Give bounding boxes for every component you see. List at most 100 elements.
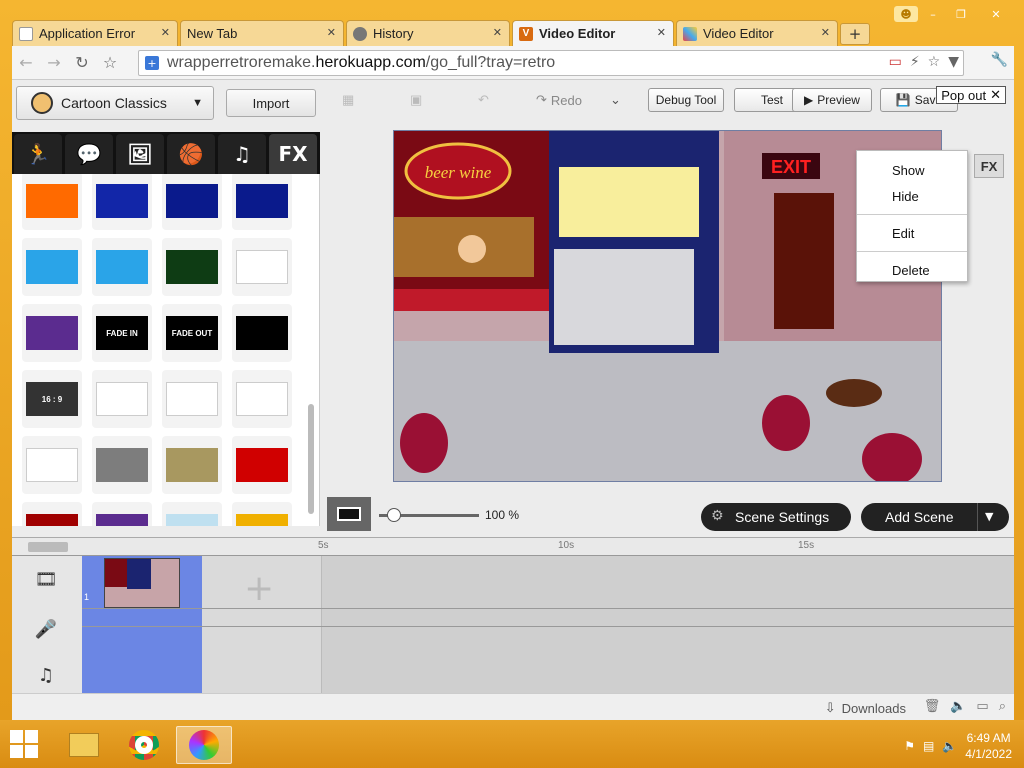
asset-desert[interactable] (162, 436, 222, 494)
asset-hearts[interactable] (232, 238, 292, 296)
pop-out-button[interactable]: Pop out ✕ (936, 86, 1006, 104)
add-scene-slot[interactable]: + (202, 556, 322, 694)
asset-scrollbar[interactable] (308, 404, 314, 514)
asset-purple-frame-2[interactable] (92, 502, 152, 526)
clock[interactable]: 6:49 AM 4/1/2022 (965, 730, 1012, 762)
new-tab-button[interactable]: + (840, 23, 870, 45)
close-window-button[interactable]: ✕ (976, 6, 1016, 22)
forward-icon[interactable]: → (40, 49, 68, 77)
flash-icon[interactable]: ⚡ (910, 54, 920, 70)
close-tab-icon[interactable]: ✕ (493, 26, 502, 39)
chrome-icon[interactable] (116, 726, 172, 764)
site-info-icon[interactable]: + (145, 56, 159, 70)
zoom-slider-handle[interactable] (387, 508, 401, 522)
asset-rain-drops[interactable] (232, 174, 292, 230)
character-icon[interactable]: 🏃 (14, 134, 62, 174)
dropdown-icon[interactable]: ▼ (948, 54, 959, 70)
chevron-down-icon[interactable]: ⌄ (610, 92, 621, 108)
scene-1-clip[interactable]: 1 (82, 556, 202, 694)
asset-green-curtain[interactable] (162, 238, 222, 296)
blocked-popup-icon[interactable]: ▭ (889, 54, 902, 70)
browser-tab-video-editor-active[interactable]: V Video Editor ✕ (512, 20, 674, 46)
trash-icon[interactable]: 🗑 (924, 699, 941, 714)
menu-item-edit[interactable]: Edit (857, 220, 967, 246)
asset-camera-shake[interactable] (92, 370, 152, 428)
asset-stars-night[interactable] (162, 174, 222, 230)
background-icon[interactable]: 🖼 (116, 134, 164, 174)
scene-number: 1 (84, 592, 90, 602)
asset-widescreen[interactable]: 16 : 9 (22, 370, 82, 428)
asset-car-sketch[interactable] (232, 370, 292, 428)
close-icon[interactable]: ✕ (990, 87, 1001, 103)
import-button[interactable]: Import (226, 89, 316, 117)
browser-tab-new-tab[interactable]: New Tab ✕ (180, 20, 344, 46)
menu-item-delete[interactable]: Delete (857, 257, 967, 283)
file-explorer-icon[interactable] (56, 726, 112, 764)
volume-icon[interactable]: 🔈 (942, 739, 957, 753)
menu-item-show[interactable]: Show (857, 157, 967, 183)
scene-settings-button[interactable]: ⚙ Scene Settings (701, 503, 851, 531)
asset-lightning[interactable] (92, 174, 152, 230)
star-icon[interactable]: ☆ (928, 54, 941, 70)
paste-icon[interactable]: ▣ (410, 92, 422, 108)
scene-1-thumbnail[interactable] (104, 558, 180, 608)
close-tab-icon[interactable]: ✕ (327, 26, 336, 39)
asset-ufo[interactable] (22, 436, 82, 494)
address-bar[interactable]: + wrapperretroremake. herokuapp.com/go_fu… (138, 50, 964, 76)
screen-icon[interactable]: ▭ (976, 699, 988, 714)
user-profile-icon[interactable]: ☻ (894, 6, 918, 22)
add-scene-button[interactable]: Add Scene ▼ (861, 503, 1009, 531)
ruler-label-5s: 5s (318, 540, 329, 551)
tab-fx[interactable]: FX (269, 134, 317, 174)
colorful-icon (683, 26, 697, 41)
undo-icon[interactable]: ↶ (478, 92, 489, 108)
menu-item-hide[interactable]: Hide (857, 183, 967, 209)
wrench-menu-icon[interactable]: 🔧 (991, 52, 1008, 68)
maximize-button[interactable]: ❐ (948, 6, 974, 22)
stage-fx-button[interactable]: FX (974, 154, 1004, 178)
asset-purple-frame[interactable] (22, 304, 82, 362)
flag-icon[interactable]: ⚑ (904, 739, 915, 753)
music-note-icon[interactable]: ♫ (218, 134, 266, 174)
speech-bubble-icon[interactable]: 💬 (65, 134, 113, 174)
chevron-down-icon[interactable]: ▼ (985, 510, 993, 523)
asset-snow-light[interactable] (22, 238, 82, 296)
reload-icon[interactable]: ↻ (68, 49, 96, 77)
copy-icon[interactable]: ▦ (342, 92, 354, 108)
asset-red-frame[interactable] (232, 436, 292, 494)
asset-snow-heavy[interactable] (92, 238, 152, 296)
asset-fade-in[interactable]: FADE IN (92, 304, 152, 362)
asset-sky[interactable] (162, 502, 222, 526)
minimize-button[interactable]: – (920, 6, 946, 22)
asset-fire[interactable] (22, 174, 82, 230)
theme-selector[interactable]: Cartoon Classics ▼ (16, 86, 214, 120)
browser-tab-application-error[interactable]: Application Error ✕ (12, 20, 178, 46)
browser-tab-history[interactable]: History ✕ (346, 20, 510, 46)
close-tab-icon[interactable]: ✕ (161, 26, 170, 39)
browser-tab-video-editor[interactable]: Video Editor ✕ (676, 20, 838, 46)
timeline-scroll-handle[interactable] (28, 542, 68, 552)
back-icon[interactable]: ← (12, 49, 40, 77)
zoom-icon[interactable]: ⌕ (999, 699, 1006, 714)
asset-sunset[interactable] (232, 502, 292, 526)
active-app-icon[interactable] (176, 726, 232, 764)
network-icon[interactable]: ▤ (923, 739, 934, 753)
start-button[interactable] (10, 730, 38, 758)
redo-button[interactable]: ↷ Redo (536, 92, 582, 108)
asset-fade-out[interactable]: FADE OUT (162, 304, 222, 362)
close-tab-icon[interactable]: ✕ (821, 26, 830, 39)
asset-mountains[interactable] (92, 436, 152, 494)
asset-thumbnail (166, 514, 218, 526)
scene-thumbnail-button[interactable] (327, 497, 371, 531)
prop-ball-icon[interactable]: 🏀 (167, 134, 215, 174)
speaker-icon[interactable]: 🔈 (950, 699, 966, 714)
debug-tool-button[interactable]: Debug Tool (648, 88, 724, 112)
bookmark-star-icon[interactable]: ☆ (96, 49, 124, 77)
close-tab-icon[interactable]: ✕ (657, 26, 666, 39)
downloads-button[interactable]: ⇩ Downloads (825, 700, 906, 716)
preview-button[interactable]: ▶ Preview (792, 88, 872, 112)
asset-red-curtain[interactable] (22, 502, 82, 526)
editor-toolbar: ▦ ▣ ↶ ↷ Redo ⌄ Debug Tool Test ▶ Preview 💾… (332, 84, 1012, 116)
asset-circle-iris[interactable] (232, 304, 292, 362)
asset-spotlight[interactable] (162, 370, 222, 428)
